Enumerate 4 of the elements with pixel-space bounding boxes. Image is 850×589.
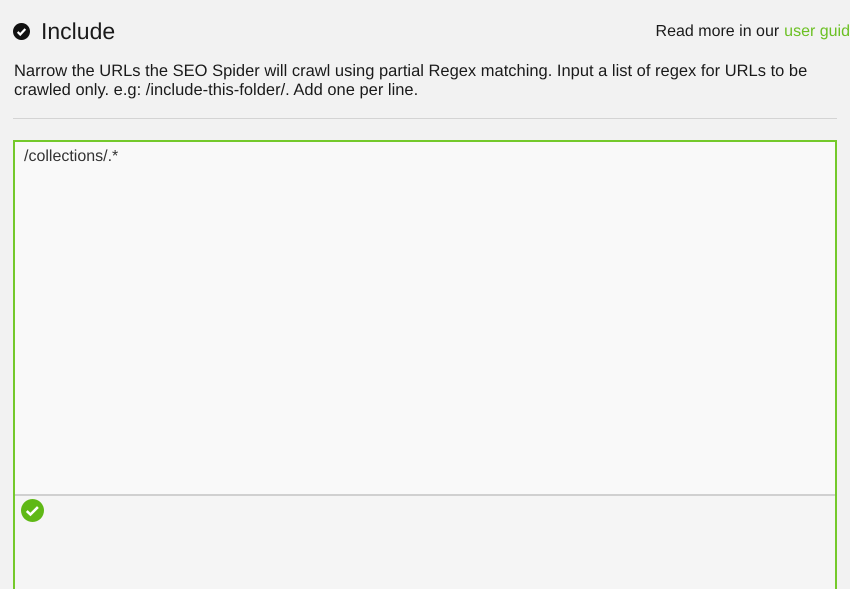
description: Narrow the URLs the SEO Spider will crawl using partial Regex matching. Input a list of regex for URLs to be crawled only. e.g: /include-this-folder/. Add one per line. xyxy=(13,62,808,100)
regex-input-field[interactable]: /collections/.* xyxy=(15,142,835,496)
section-title: Include xyxy=(41,17,116,46)
help-text: Read more in our xyxy=(656,22,780,42)
